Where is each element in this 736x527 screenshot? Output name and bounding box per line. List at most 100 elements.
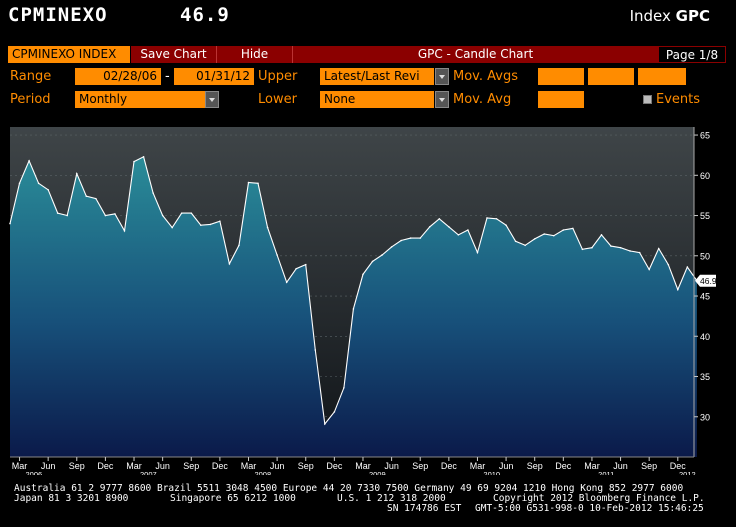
data-point [66, 214, 69, 217]
last-value-tag: 46.9 [695, 274, 717, 287]
ticker-symbol: CPMINEXO [8, 4, 108, 26]
data-point [180, 212, 183, 214]
data-point [409, 237, 412, 239]
data-point [352, 308, 355, 310]
footer-contacts-singapore: Singapore 65 6212 1000 [170, 493, 296, 504]
data-point [276, 254, 278, 256]
data-point [572, 227, 574, 230]
data-point [686, 266, 689, 268]
y-tick-label: 60 [700, 171, 710, 181]
data-point [457, 234, 460, 236]
security-tab[interactable]: CPMINEXO INDEX [8, 46, 131, 63]
data-point [629, 250, 631, 252]
page-indicator[interactable]: Page 1/8 [658, 46, 726, 63]
data-point [533, 238, 536, 240]
range-start-input[interactable]: 02/28/06 [75, 68, 161, 85]
data-point [476, 251, 479, 254]
x-year-label: 2010 [483, 470, 500, 475]
mov-avg-input-1[interactable] [538, 68, 584, 85]
function-code: GPC [675, 7, 710, 25]
lower-dropdown-icon[interactable] [435, 91, 449, 108]
data-point [677, 288, 679, 291]
data-point [85, 195, 88, 198]
period-select[interactable]: Monthly [75, 91, 205, 108]
period-label: Period [10, 92, 51, 107]
price-chart[interactable]: 3035404550556065 Mar Jun Sep Dec Mar Jun Sep De… [0, 125, 736, 475]
data-point [114, 213, 116, 215]
range-end-input[interactable]: 01/31/12 [174, 68, 254, 85]
footer-timestamp: GMT-5:00 G531-998-0 10-Feb-2012 15:46:25 [475, 503, 704, 514]
mov-avg-input-2[interactable] [588, 68, 634, 85]
footer-sn: SN 174786 EST [387, 503, 462, 514]
mov-avg-lower-input[interactable] [538, 91, 584, 108]
data-point [562, 229, 565, 231]
header-bar: CPMINEXO 46.9 Index GPC [0, 0, 736, 40]
data-point [257, 182, 259, 185]
mov-avg-input-3[interactable] [638, 68, 686, 85]
x-tick-label: Dec [97, 461, 114, 471]
data-point [648, 268, 650, 271]
lower-label: Lower [258, 92, 297, 107]
x-tick-label: Sep [298, 461, 314, 471]
x-tick-label: Jun [270, 461, 285, 471]
events-label: Events [656, 92, 701, 107]
data-point [18, 182, 21, 185]
data-point [95, 197, 97, 200]
y-tick-label: 40 [700, 332, 710, 342]
data-point [304, 263, 307, 266]
x-tick-label: Jun [613, 461, 628, 471]
x-year-label: 2006 [26, 470, 43, 475]
ticker-last-value: 46.9 [180, 4, 230, 26]
index-label: Index GPC [630, 7, 710, 25]
data-point [610, 245, 612, 247]
x-tick-label: Sep [69, 461, 85, 471]
mov-avgs-label: Mov. Avgs [453, 69, 518, 84]
upper-dropdown-icon[interactable] [435, 68, 449, 85]
data-point [161, 214, 164, 217]
data-point [56, 212, 59, 214]
data-point [486, 217, 488, 219]
data-point [266, 226, 269, 229]
data-point [448, 226, 450, 228]
x-year-label: 2011 [598, 470, 614, 475]
x-tick-label: Jun [41, 461, 56, 471]
data-point [619, 246, 622, 249]
data-point [228, 263, 231, 265]
data-point [381, 254, 383, 256]
x-year-label: 2012 [679, 470, 696, 475]
period-row: Period Monthly Lower None Mov. Avg Event… [8, 90, 726, 110]
chart-title: GPC - Candle Chart [417, 47, 534, 61]
x-tick-label: Jun [384, 461, 399, 471]
data-point [133, 160, 135, 163]
save-chart-button[interactable]: Save Chart [131, 46, 217, 63]
data-point [467, 229, 469, 231]
data-point [371, 260, 374, 263]
range-row: Range 02/28/06 - 01/31/12 Upper Latest/L… [8, 67, 726, 87]
footer: Australia 61 2 9777 8600 Brazil 5511 304… [0, 480, 736, 527]
x-tick-label: Dec [441, 461, 458, 471]
x-tick-label: Sep [641, 461, 657, 471]
data-point [638, 251, 641, 254]
data-point [190, 212, 193, 214]
x-tick-label: Jun [155, 461, 170, 471]
y-tick-label: 35 [700, 372, 710, 382]
range-label: Range [10, 69, 52, 84]
y-tick-label: 30 [700, 412, 710, 422]
x-tick-label: Jun [499, 461, 514, 471]
upper-select[interactable]: Latest/Last Revi [320, 68, 434, 85]
x-tick-label: Sep [412, 461, 428, 471]
events-checkbox[interactable] [643, 95, 652, 104]
lower-select[interactable]: None [320, 91, 434, 108]
x-year-label: 2009 [369, 470, 386, 475]
data-point [238, 244, 240, 247]
data-point [171, 226, 173, 229]
data-point [514, 240, 517, 243]
data-point [104, 214, 107, 217]
data-point [314, 349, 317, 351]
data-point [47, 188, 49, 191]
hide-button[interactable]: Hide [217, 46, 293, 63]
period-dropdown-icon[interactable] [205, 91, 219, 108]
chart-toolbar: CPMINEXO INDEX Save Chart Hide GPC - Can… [8, 46, 726, 63]
x-year-label: 2007 [140, 470, 157, 475]
data-point [400, 239, 402, 242]
